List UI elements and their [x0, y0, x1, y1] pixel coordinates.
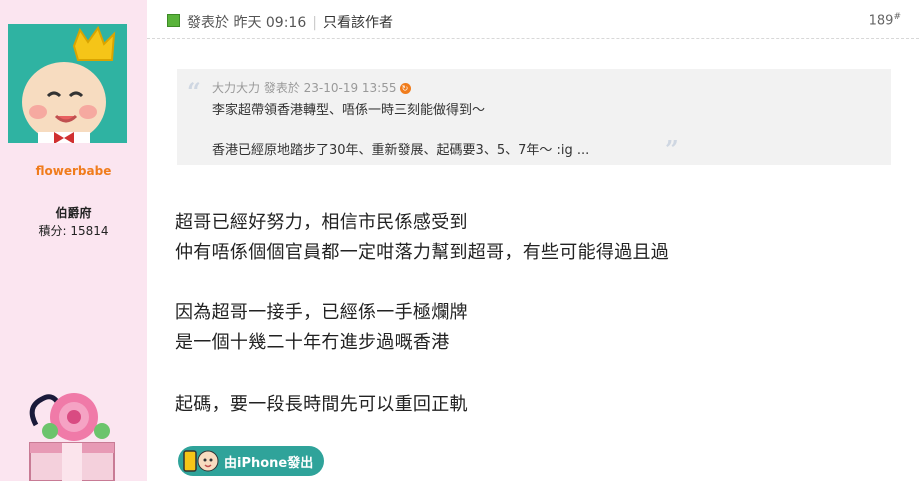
post-header: 發表於 昨天 09:16 | 只看該作者 189#: [147, 0, 919, 39]
post-body-line: 是一個十幾二十年冇進步過嘅香港: [175, 332, 450, 353]
quote-block: “ 大力大力 發表於 23-10-19 13:55 ↻ 李家超帶領香港轉型、唔係一…: [177, 69, 891, 165]
quote-open-icon: “: [187, 77, 201, 106]
jump-to-post-icon[interactable]: ↻: [399, 83, 411, 94]
quote-author-text: 大力大力 發表於 23-10-19 13:55: [212, 81, 397, 95]
post-floor-number[interactable]: 189#: [869, 12, 901, 28]
quote-line: 李家超帶領香港轉型、唔係一時三刻能做得到～: [212, 103, 486, 118]
floor-number: 189: [868, 13, 894, 29]
quote-author-line: 大力大力 發表於 23-10-19 13:55 ↻: [212, 79, 411, 96]
user-points: 積分: 15814: [38, 224, 109, 238]
post-body-line: 因為超哥一接手，已經係一手極爛牌: [175, 302, 468, 323]
meta-separator: |: [312, 15, 317, 31]
floor-mark: #: [893, 12, 901, 22]
only-author-link[interactable]: 只看該作者: [323, 15, 393, 31]
avatar[interactable]: [8, 24, 127, 143]
post-time: 發表於 昨天 09:16: [187, 15, 307, 31]
iphone-source-badge[interactable]: 由iPhone發出: [178, 446, 324, 476]
rank-medal-icon: [22, 385, 128, 482]
username[interactable]: flowerbabe: [0, 164, 147, 178]
user-rank: 伯爵府: [55, 206, 92, 220]
author-sidebar: flowerbabe 伯爵府 積分: 15814: [0, 0, 147, 482]
online-status-icon: [167, 14, 180, 27]
quote-line: 香港已經原地踏步了30年、重新發展、起碼要3、5、7年～ :ig ...: [212, 143, 590, 158]
phone-baby-icon: [182, 448, 222, 474]
post-body-line: 仲有唔係個個官員都一定咁落力幫到超哥，有些可能得過且過: [175, 242, 670, 263]
badge-label: 由iPhone發出: [224, 456, 314, 471]
quote-close-icon: ”: [665, 135, 679, 164]
post-body-line: 超哥已經好努力，相信市民係感受到: [175, 212, 468, 233]
post-body-line: 起碼，要一段長時間先可以重回正軌: [175, 394, 468, 415]
post-meta: 發表於 昨天 09:16 | 只看該作者: [187, 12, 393, 32]
